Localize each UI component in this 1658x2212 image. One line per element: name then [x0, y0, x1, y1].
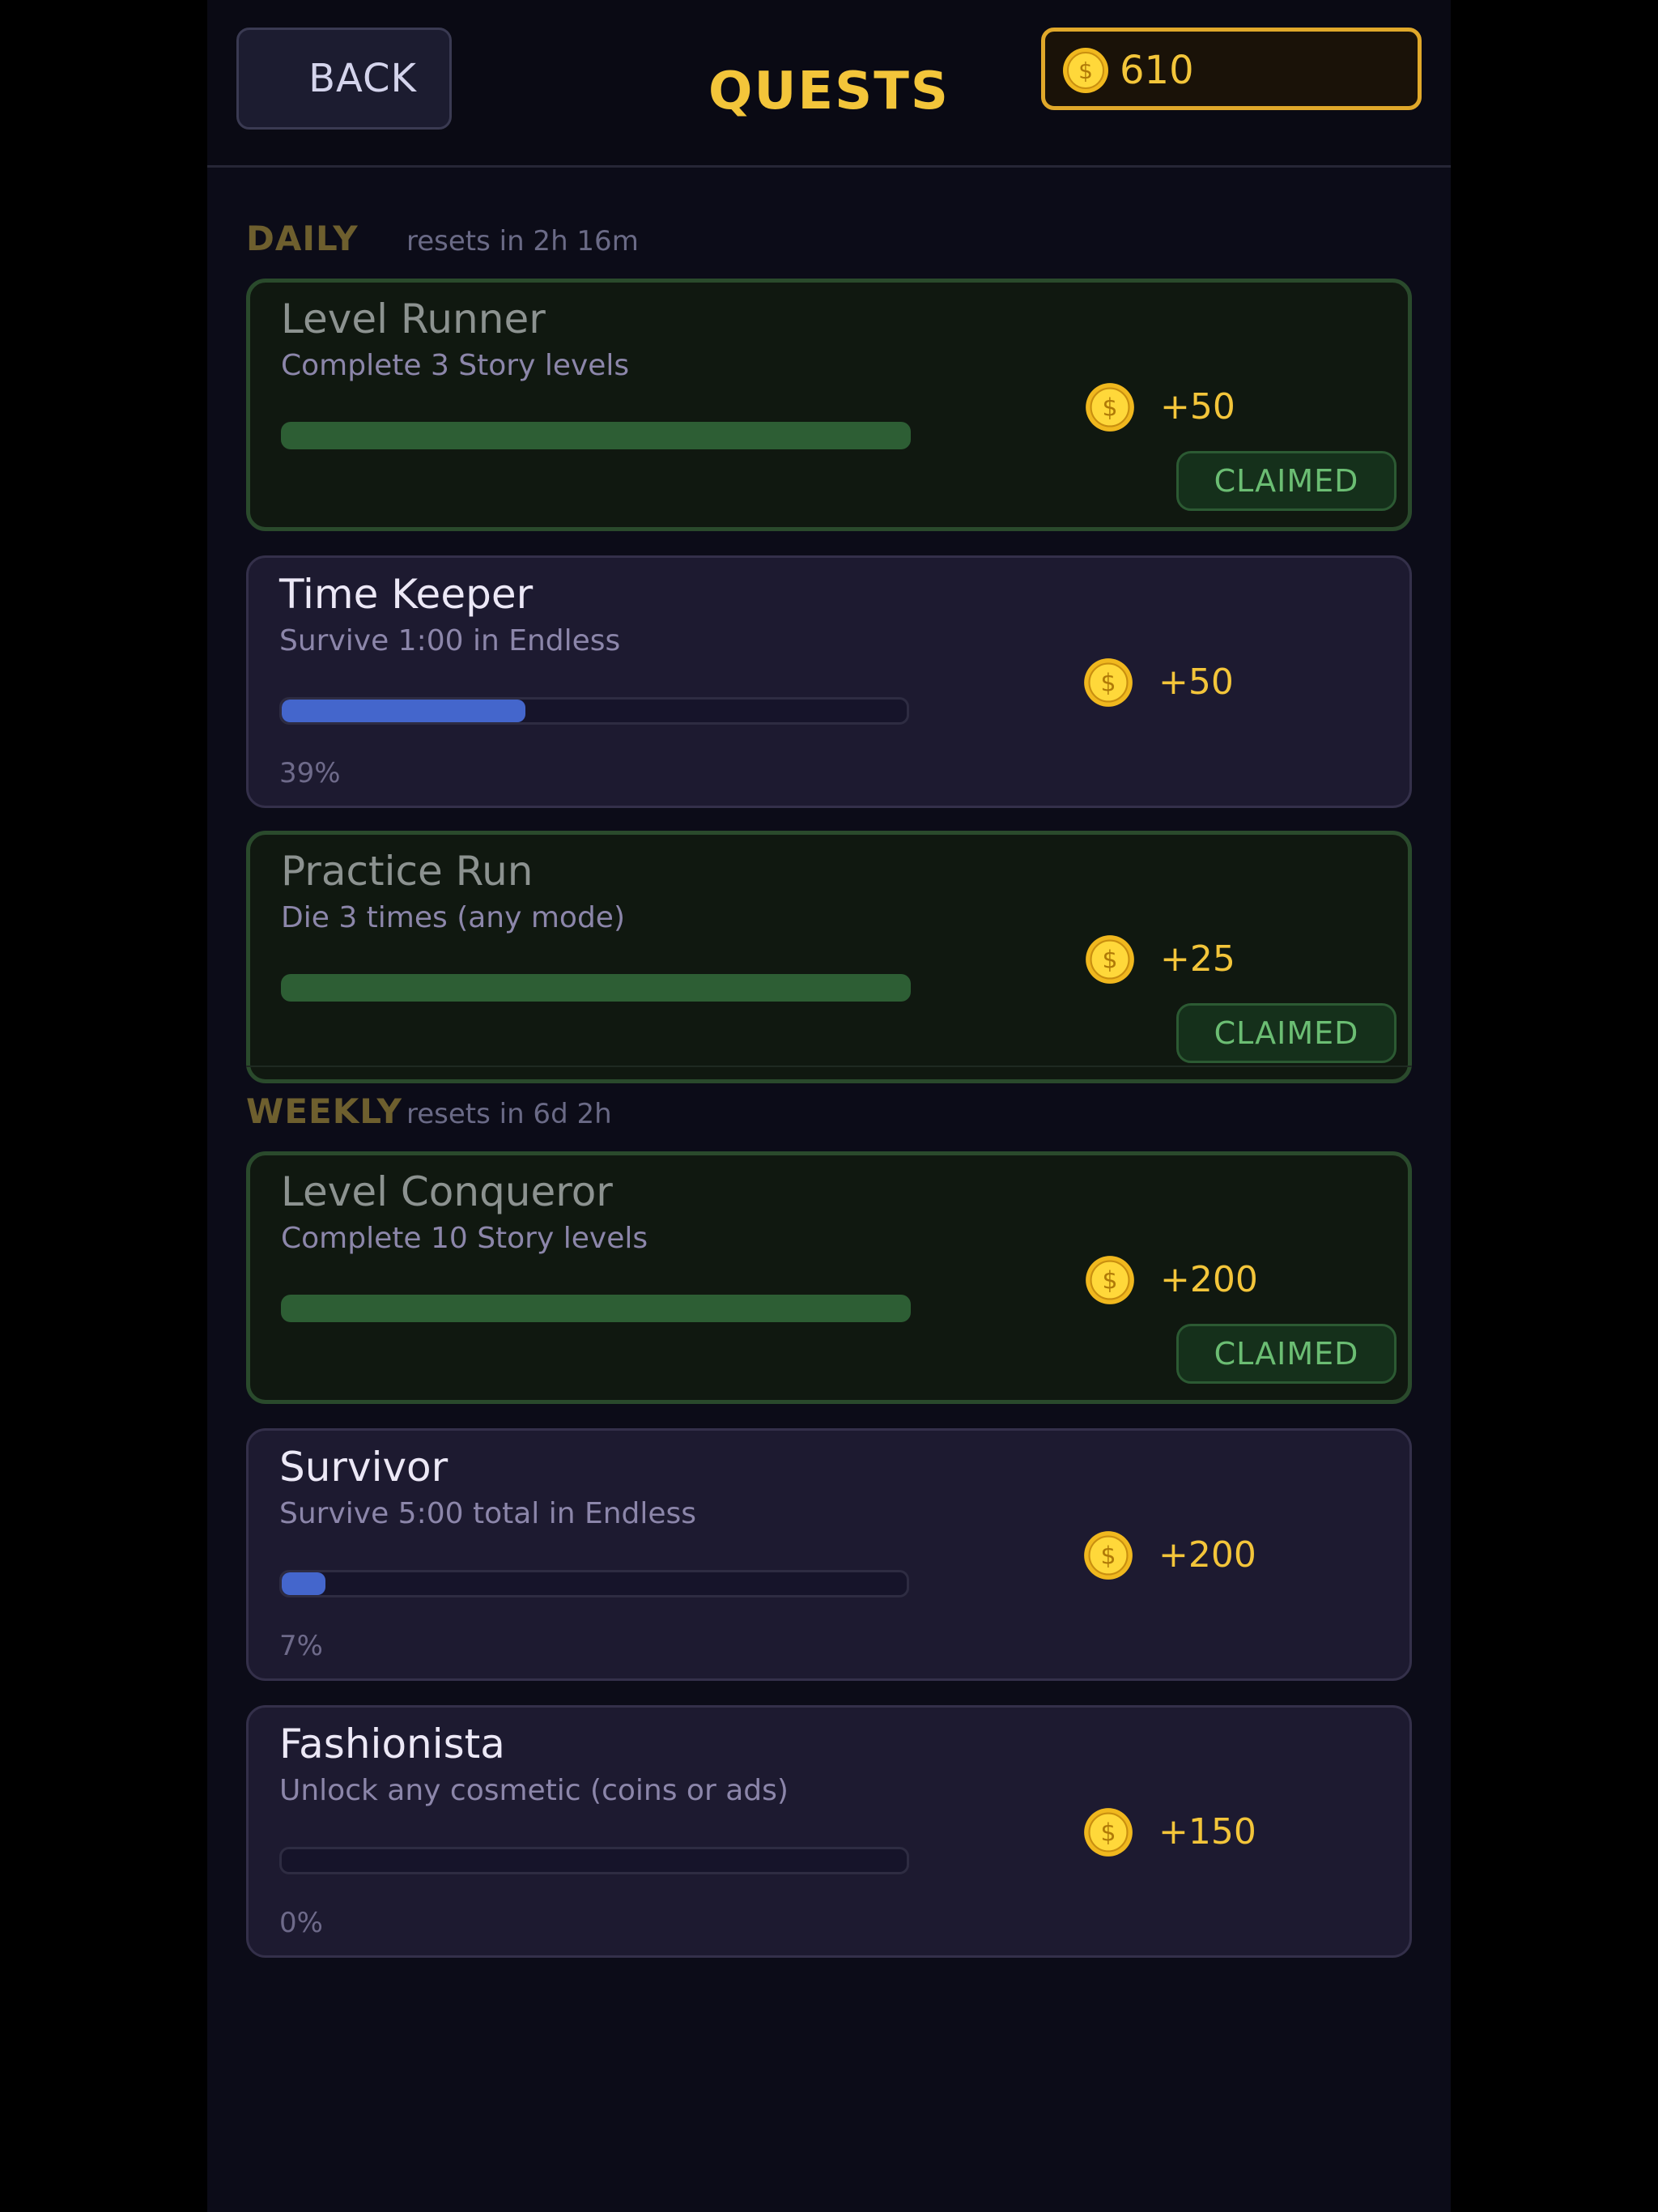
quest-description: Die 3 times (any mode) [281, 901, 626, 934]
quest-title: Fashionista [279, 1721, 505, 1767]
quest-description: Complete 3 Story levels [281, 349, 630, 382]
quest-title: Survivor [279, 1444, 449, 1491]
quest-title: Practice Run [281, 848, 534, 895]
quest-progress-bar [281, 1295, 911, 1322]
quest-progress-bar [279, 1570, 909, 1597]
quest-progress-percent: 0% [279, 1907, 323, 1939]
quest-reward: +50 [1158, 661, 1234, 703]
svg-text:$: $ [1101, 1819, 1116, 1848]
reward-coin-icon: $ [1084, 1808, 1133, 1857]
svg-text:$: $ [1078, 57, 1093, 84]
svg-text:$: $ [1103, 946, 1118, 975]
quest-progress-fill [282, 1572, 326, 1595]
weekly-reset-timer: resets in 6d 2h [406, 1098, 612, 1130]
svg-text:$: $ [1103, 394, 1118, 423]
coin-balance-value: 610 [1120, 48, 1194, 93]
section-divider [246, 1066, 1412, 1067]
quest-title: Time Keeper [279, 571, 534, 618]
coin-balance-display: $ 610 [1041, 28, 1422, 110]
quest-progress-bar [279, 1847, 909, 1874]
reward-coin-icon: $ [1086, 383, 1134, 432]
quest-reward: +200 [1160, 1259, 1258, 1300]
reward-coin-icon: $ [1086, 935, 1134, 984]
quests-screen: BACK QUESTS $ 610 DAILY resets in 2h 16m… [207, 0, 1451, 2212]
quest-card-time-keeper: Time Keeper Survive 1:00 in Endless 39% … [246, 555, 1412, 808]
weekly-section-label: WEEKLY [246, 1091, 402, 1131]
quest-card-practice-run: Practice Run Die 3 times (any mode) $ +2… [246, 831, 1412, 1083]
quest-card-level-runner: Level Runner Complete 3 Story levels $ +… [246, 279, 1412, 531]
quest-progress-percent: 7% [279, 1630, 323, 1662]
quest-description: Complete 10 Story levels [281, 1222, 648, 1255]
daily-reset-timer: resets in 2h 16m [406, 225, 639, 257]
quest-progress-percent: 39% [279, 757, 341, 789]
quest-title: Level Runner [281, 296, 546, 342]
quest-progress-bar [281, 974, 911, 1002]
quest-description: Survive 1:00 in Endless [279, 624, 621, 657]
quest-description: Unlock any cosmetic (coins or ads) [279, 1774, 789, 1807]
quest-reward: +200 [1158, 1534, 1256, 1576]
quest-reward: +150 [1158, 1811, 1256, 1853]
quest-card-survivor: Survivor Survive 5:00 total in Endless 7… [246, 1428, 1412, 1681]
quest-description: Survive 5:00 total in Endless [279, 1497, 697, 1530]
reward-coin-icon: $ [1084, 1531, 1133, 1580]
quest-card-fashionista: Fashionista Unlock any cosmetic (coins o… [246, 1705, 1412, 1958]
quest-progress-bar [279, 697, 909, 725]
claimed-button[interactable]: CLAIMED [1176, 1324, 1397, 1384]
svg-text:$: $ [1103, 1267, 1118, 1295]
daily-section-label: DAILY [246, 219, 359, 258]
quest-progress-bar [281, 422, 911, 449]
quest-title: Level Conqueror [281, 1168, 613, 1215]
quest-card-level-conqueror: Level Conqueror Complete 10 Story levels… [246, 1151, 1412, 1404]
svg-text:$: $ [1101, 1542, 1116, 1571]
quest-reward: +25 [1160, 938, 1235, 980]
claimed-button[interactable]: CLAIMED [1176, 1003, 1397, 1063]
quest-reward: +50 [1160, 386, 1235, 428]
svg-text:$: $ [1101, 670, 1116, 698]
reward-coin-icon: $ [1084, 658, 1133, 707]
reward-coin-icon: $ [1086, 1256, 1134, 1304]
quest-progress-fill [282, 700, 526, 722]
coin-icon: $ [1063, 48, 1108, 93]
claimed-button[interactable]: CLAIMED [1176, 451, 1397, 511]
top-bar: BACK QUESTS $ 610 [207, 0, 1451, 168]
